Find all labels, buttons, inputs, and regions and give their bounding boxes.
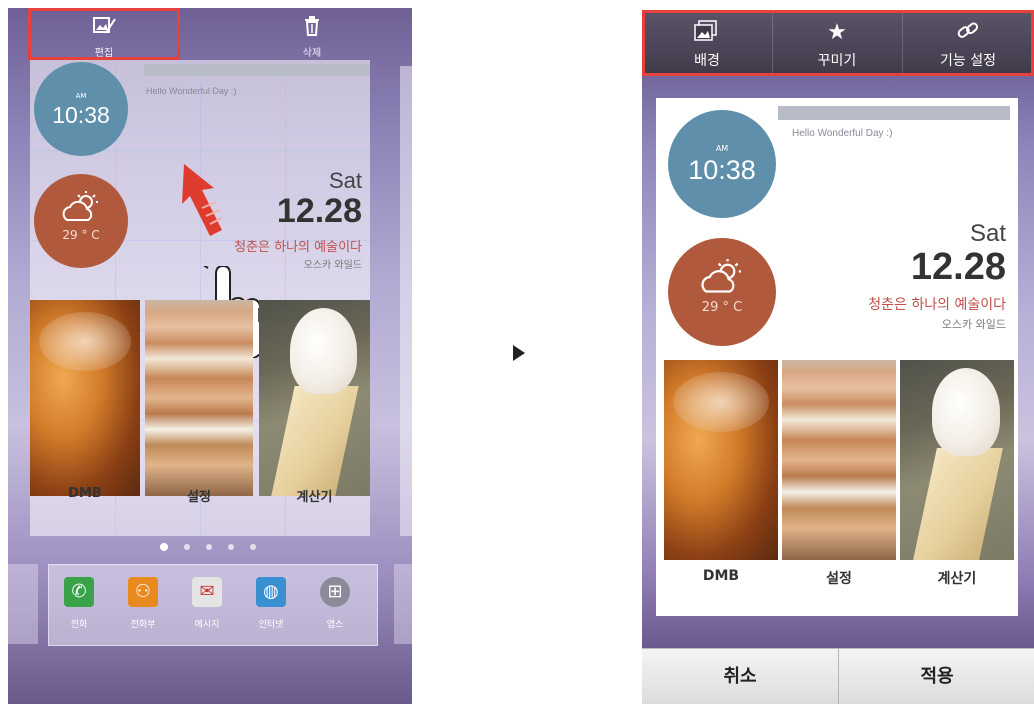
clock-time: 10:38	[52, 102, 110, 128]
cloud-sun-icon	[701, 259, 741, 293]
ice-cream-photo	[259, 300, 370, 496]
dock-phone[interactable]: ✆ 전화	[59, 577, 99, 630]
drag-up-arrow-icon	[182, 164, 223, 236]
clock-widget[interactable]: AM 10:38	[668, 110, 776, 218]
date-day: Sat	[328, 168, 362, 193]
app-label-dmb[interactable]: DMB	[30, 486, 140, 501]
weather-temp: 29 ° C	[62, 228, 100, 242]
title-bar-strip	[144, 64, 370, 76]
hello-text: Hello Wonderful Day :)	[146, 86, 237, 96]
clock-time: 10:38	[688, 155, 756, 185]
dock-label: 메시지	[194, 620, 220, 630]
macaron-photo	[145, 300, 253, 496]
date-number: 12.28	[276, 192, 362, 230]
weather-widget[interactable]: 29 ° C	[34, 174, 128, 268]
right-phone-screen: 배경 ★ 꾸미기 기능 설정 Hello Wonderful Day :) AM…	[642, 10, 1034, 704]
page-dot[interactable]	[206, 544, 212, 550]
date-day: Sat	[969, 220, 1006, 247]
message-icon: ✉	[192, 577, 222, 607]
apps-icon: ⊞	[320, 577, 350, 607]
quote-text: 청춘은 하나의 예술이다	[868, 297, 1006, 313]
dock-message[interactable]: ✉ 메시지	[187, 577, 227, 630]
quote-author: 오스카 와일드	[303, 260, 362, 271]
clock-widget[interactable]: AM 10:38	[34, 62, 128, 156]
page-dot[interactable]	[228, 544, 234, 550]
dock-label: 전화	[70, 620, 88, 630]
weather-temp: 29 ° C	[701, 300, 743, 315]
app-dock: ✆ 전화 ⚇ 전화부 ✉ 메시지 ◍ 인터넷 ⊞ 앱스	[48, 564, 378, 646]
next-page-peek	[400, 66, 412, 536]
delete-button[interactable]: 삭제	[242, 8, 382, 60]
weather-widget[interactable]: 29 ° C	[668, 238, 776, 346]
cancel-button[interactable]: 취소	[642, 649, 839, 704]
cloud-sun-icon	[62, 191, 98, 221]
trash-icon	[305, 16, 319, 36]
date-number: 12.28	[910, 246, 1006, 288]
tea-photo	[30, 300, 140, 496]
action-bar: 취소 적용	[642, 648, 1034, 704]
widget-preview-card: Hello Wonderful Day :) AM 10:38 29 ° C S…	[656, 98, 1018, 616]
page-dot[interactable]	[250, 544, 256, 550]
macaron-photo	[782, 360, 896, 560]
quote-author: 오스카 와일드	[941, 318, 1006, 331]
app-label-calculator[interactable]: 계산기	[900, 568, 1014, 588]
toolbar-highlight-box	[642, 10, 1034, 76]
apply-button[interactable]: 적용	[839, 649, 1034, 704]
ice-cream-photo	[900, 360, 1014, 560]
delete-label: 삭제	[302, 48, 322, 59]
dock-label: 인터넷	[258, 620, 284, 630]
tea-photo	[664, 360, 778, 560]
clock-ampm: AM	[715, 144, 729, 153]
hello-text: Hello Wonderful Day :)	[792, 128, 893, 139]
dock-internet[interactable]: ◍ 인터넷	[251, 577, 291, 630]
dock-contacts[interactable]: ⚇ 전화부	[123, 577, 163, 630]
app-label-settings[interactable]: 설정	[145, 486, 253, 505]
app-label-calculator[interactable]: 계산기	[259, 486, 370, 505]
dock-label: 전화부	[130, 620, 156, 630]
left-phone-screen: 편집 삭제 Hello Wonderful Day :) AM 10:38 29…	[8, 8, 412, 704]
dock-apps[interactable]: ⊞ 앱스	[315, 577, 355, 630]
globe-icon: ◍	[256, 577, 286, 607]
page-dot[interactable]	[184, 544, 190, 550]
dock-label: 앱스	[326, 620, 344, 630]
phone-icon: ✆	[64, 577, 94, 607]
clock-ampm: AM	[75, 92, 87, 100]
title-bar-strip	[778, 106, 1010, 120]
dock-peek-right	[394, 564, 412, 644]
transition-arrow-icon	[513, 345, 525, 361]
edit-highlight-box	[28, 8, 180, 60]
app-label-dmb[interactable]: DMB	[664, 568, 778, 584]
dock-peek-left	[8, 564, 38, 644]
quote-text: 청춘은 하나의 예술이다	[234, 240, 362, 255]
widget-panel[interactable]: Hello Wonderful Day :) AM 10:38 29 ° C S…	[30, 60, 370, 536]
app-label-settings[interactable]: 설정	[782, 568, 896, 588]
contacts-icon: ⚇	[128, 577, 158, 607]
page-dot-active[interactable]	[160, 543, 168, 551]
